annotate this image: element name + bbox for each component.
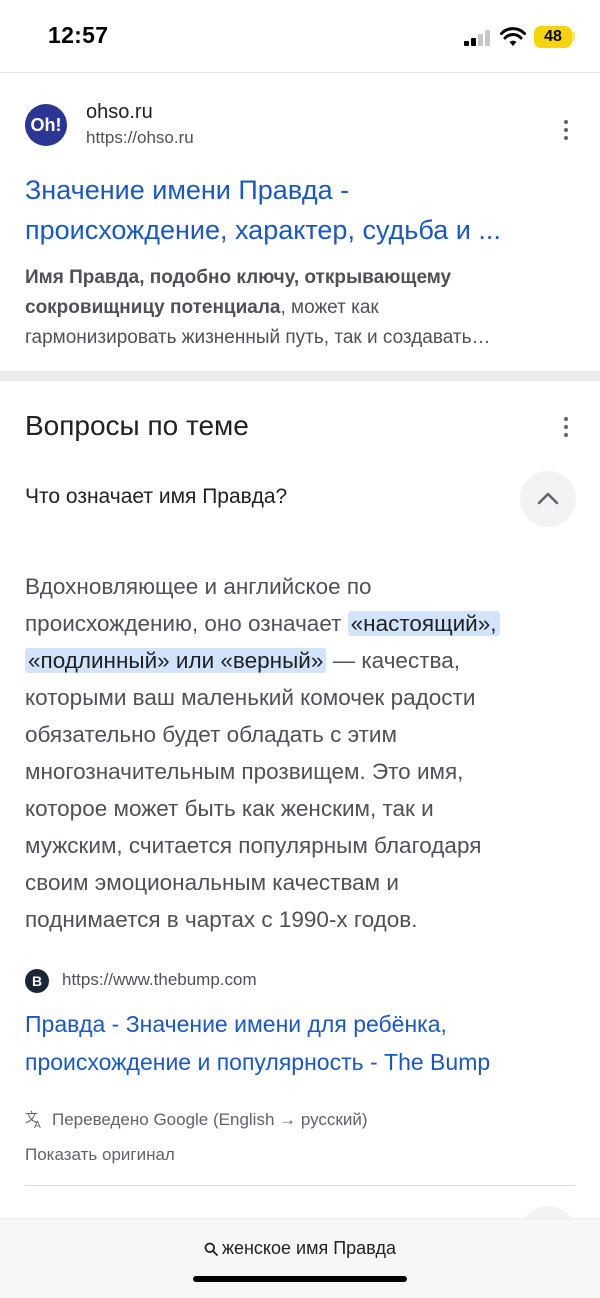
answer-highlight: «настоящий», [347,611,500,636]
more-vert-icon[interactable] [556,116,576,144]
section-title: Вопросы по теме [25,410,249,441]
cellular-signal-icon [464,30,492,46]
site-url[interactable]: https://ohso.ru [86,128,194,148]
translate-icon: 文 A [25,1111,41,1129]
site-favicon[interactable]: Oh! [25,104,67,146]
answer-line: которое может быть как женским, так и [25,796,434,821]
divider [25,1185,575,1186]
answer-line: своим эмоциональным качествам и [25,870,399,895]
chevron-up-icon [537,492,559,505]
answer-highlight: «подлинный» или «верный» [25,648,327,673]
show-original-link[interactable]: Показать оригинал [25,1145,175,1165]
snippet-bold: сокровищницу потенциала [25,297,281,318]
search-query-text: женское имя Правда [221,1238,397,1258]
section-separator [0,371,600,381]
bottom-search-query[interactable]: женское имя Правда [0,1238,600,1259]
home-indicator [193,1276,407,1282]
answer-line: мужским, считается популярным благодаря [25,833,482,858]
answer-line: которыми ваш маленький комочек радости [25,685,476,710]
answer-text: Вдохновляющее и английское по происхожде… [25,568,585,938]
source-title-line: происхождение и популярность - The Bump [25,1049,491,1075]
collapse-button[interactable] [520,471,576,527]
search-icon [204,1242,218,1256]
status-time: 12:57 [48,22,109,48]
translated-note: Переведено Google (English → русский) [52,1110,368,1129]
source-title-line: Правда - Значение имени для ребёнка, [25,1011,447,1037]
question-text[interactable]: Что означает имя Правда? [25,485,287,509]
result-title-link[interactable]: Значение имени Правда - происхождение, х… [25,170,577,250]
more-vert-icon[interactable] [556,413,576,441]
snippet-bold: Имя Правда, подобно ключу, открывающему [25,267,452,288]
svg-text:A: A [34,1120,41,1129]
battery-tip [572,32,575,41]
site-name[interactable]: ohso.ru [86,101,153,124]
snippet-text: , может как [280,297,379,318]
result-title-line: Значение имени Правда - [25,175,350,205]
wifi-icon [500,27,526,46]
source-title-link[interactable]: Правда - Значение имени для ребёнка, про… [25,1005,585,1081]
answer-line: — качества, [326,648,460,673]
result-title-line: происхождение, характер, судьба и ... [25,215,501,245]
source-favicon[interactable]: B [25,969,49,993]
result-snippet: Имя Правда, подобно ключу, открывающему … [25,263,577,353]
source-url[interactable]: https://www.thebump.com [62,970,257,990]
battery-indicator: 48 [534,26,572,48]
answer-line: многозначительным прозвищем. Это имя, [25,759,464,784]
answer-line: происхождению, оно означает [25,611,348,636]
answer-line: поднимается в чартах с 1990-х годов. [25,907,418,932]
snippet-text: гармонизировать жизненный путь, так и со… [25,327,491,348]
answer-line: обязательно будет обладать с этим [25,722,397,747]
answer-line: Вдохновляющее и английское по [25,574,372,599]
top-divider [0,72,600,73]
